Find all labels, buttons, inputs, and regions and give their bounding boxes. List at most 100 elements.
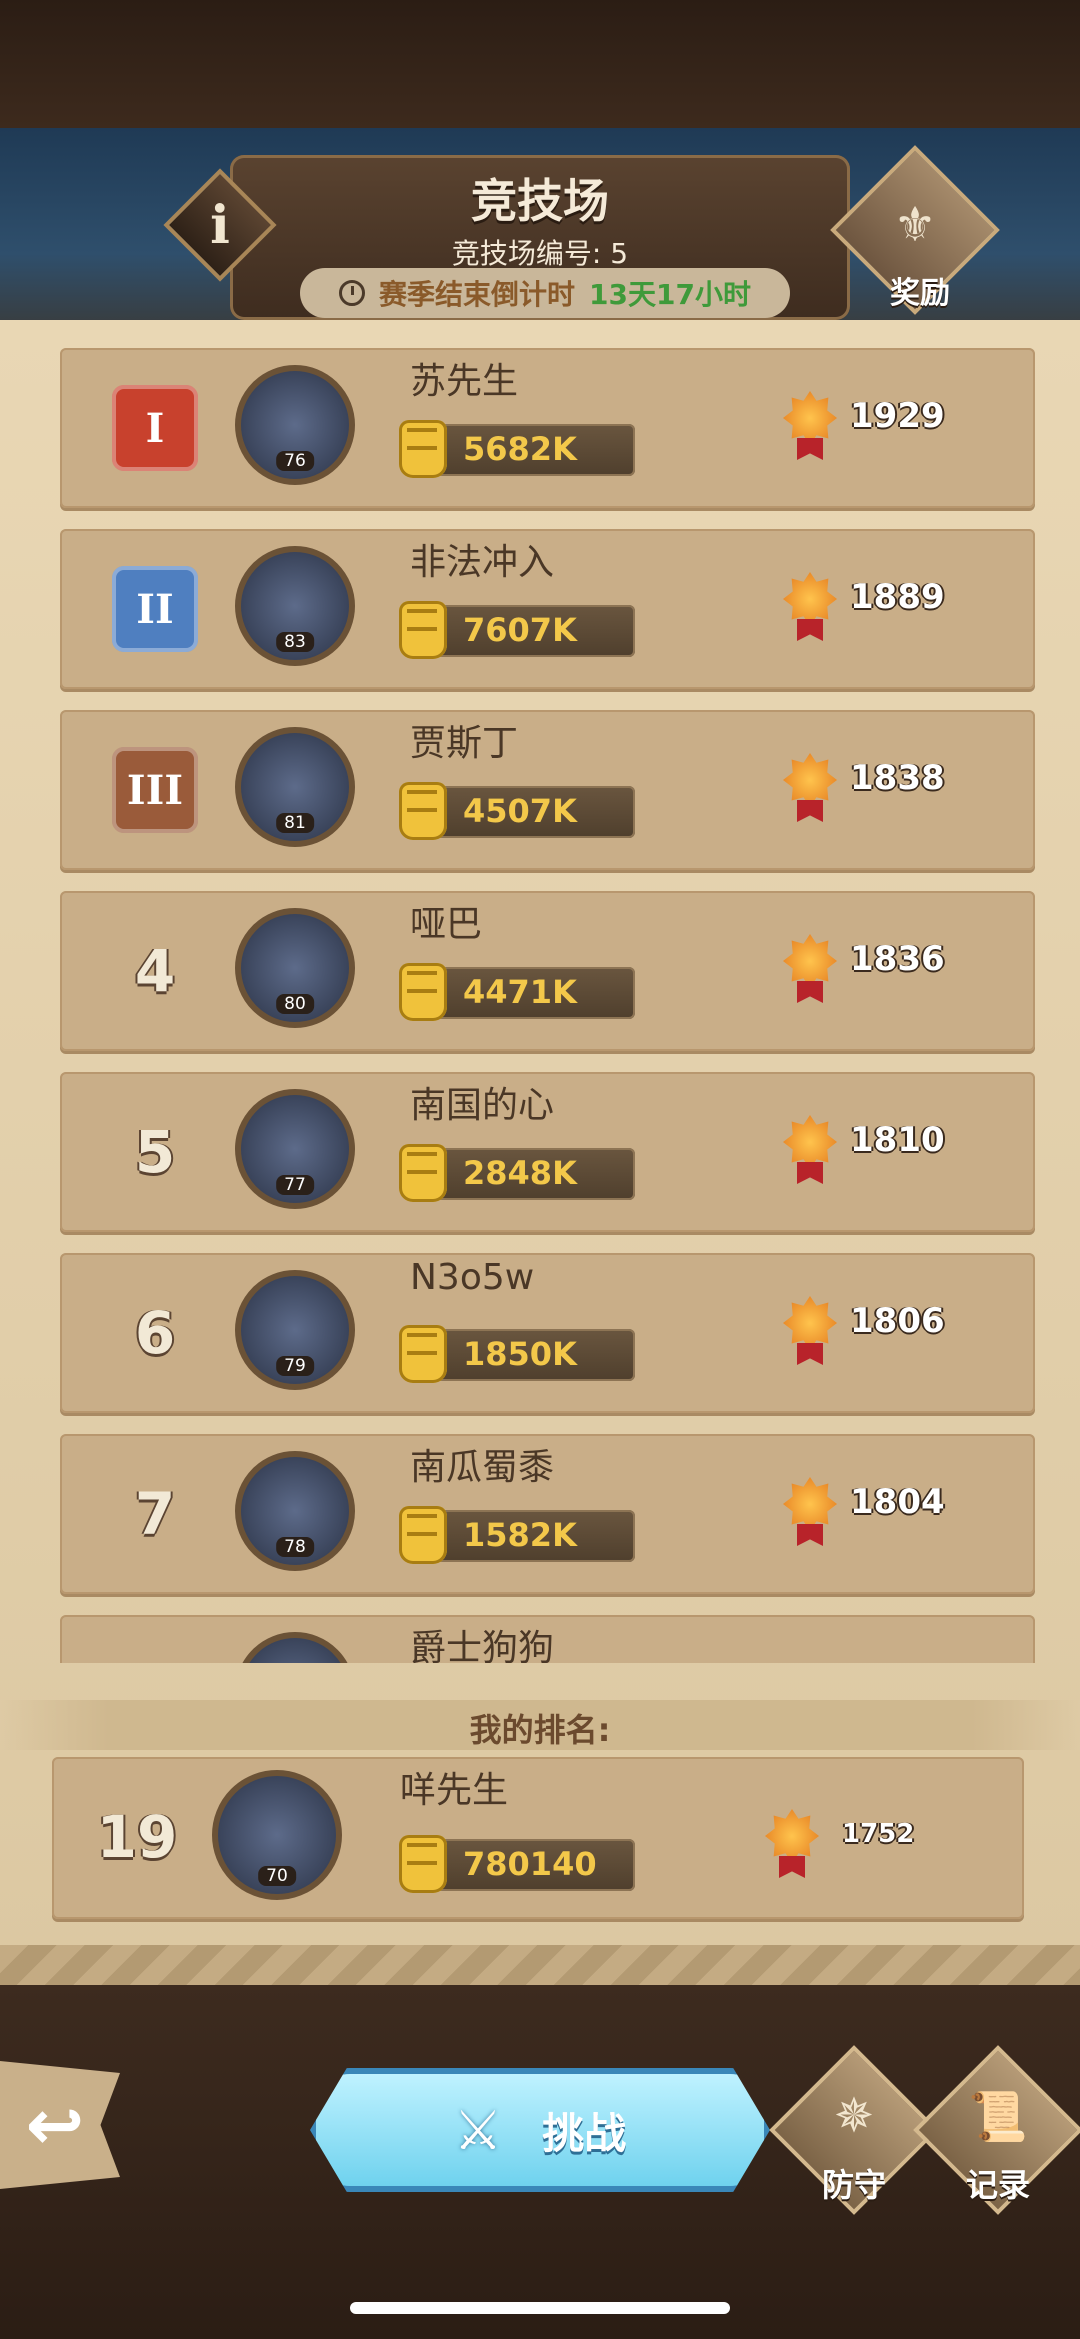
fist-icon — [399, 1325, 447, 1383]
table-row[interactable]: II 83 非法冲入 7607K 1889 — [60, 529, 1035, 689]
home-indicator[interactable] — [350, 2302, 730, 2314]
my-rank-badge: 19 — [92, 1792, 182, 1882]
reward-label[interactable]: 奖励 — [860, 268, 980, 312]
rank-badge: 4 — [110, 926, 200, 1016]
player-name: 苏先生 — [410, 361, 519, 402]
challenge-label: 挑战 — [542, 2108, 627, 2158]
power-box: 4507K — [399, 782, 635, 840]
season-value: 13天17小时 — [589, 278, 751, 311]
rank-crest: III — [110, 745, 200, 835]
table-row[interactable]: III 81 贾斯丁 4507K 1838 — [60, 710, 1035, 870]
medal-icon — [783, 1477, 837, 1531]
avatar[interactable]: 70 — [212, 1770, 342, 1900]
table-row[interactable]: 5 77 南国的心 2848K 1810 — [60, 1072, 1035, 1232]
power-value: 4471K — [463, 973, 577, 1011]
reward-icon[interactable]: ⚜ — [880, 190, 950, 260]
rank-crest-icon: II — [112, 566, 198, 652]
rank-crest-icon: III — [112, 747, 198, 833]
season-label: 赛季结束倒计时 — [379, 278, 576, 311]
avatar[interactable] — [235, 1632, 355, 1663]
scroll-icon[interactable]: 📜 — [938, 2088, 1058, 2145]
score: 1838 — [850, 758, 945, 798]
medal-icon — [783, 572, 837, 626]
rank-badge: 5 — [110, 1107, 200, 1197]
rank-badge: 6 — [110, 1288, 200, 1378]
power-box: 7607K — [399, 601, 635, 659]
avatar[interactable]: 77 — [235, 1089, 355, 1209]
player-name: 南瓜蜀黍 — [410, 1447, 555, 1488]
medal-icon — [783, 753, 837, 807]
medal-icon — [783, 934, 837, 988]
avatar-level: 83 — [276, 632, 314, 652]
medal-icon — [765, 1809, 819, 1863]
rank-number: 5 — [134, 1118, 176, 1186]
score: 1836 — [850, 939, 945, 979]
avatar-level: 76 — [276, 451, 314, 471]
fist-icon — [399, 963, 447, 1021]
power-box: 2848K — [399, 1144, 635, 1202]
power-box: 1850K — [399, 1325, 635, 1383]
score: 1889 — [850, 577, 945, 617]
fist-icon — [399, 1835, 447, 1893]
medal-ribbon — [797, 981, 823, 1003]
power-value: 1850K — [463, 1335, 577, 1373]
power-box: 1582K — [399, 1506, 635, 1564]
avatar-level: 70 — [258, 1866, 296, 1886]
avatar[interactable]: 78 — [235, 1451, 355, 1571]
power-value: 2848K — [463, 1154, 577, 1192]
avatar-level: 80 — [276, 994, 314, 1014]
shield-icon[interactable]: ✵ — [794, 2088, 914, 2144]
table-row[interactable]: I 76 苏先生 5682K 1929 — [60, 348, 1035, 508]
back-icon[interactable]: ↩ — [26, 2084, 85, 2166]
avatar[interactable]: 76 — [235, 365, 355, 485]
avatar-level: 77 — [276, 1175, 314, 1195]
rank-number: 6 — [134, 1299, 176, 1367]
table-row[interactable]: 7 78 南瓜蜀黍 1582K 1804 — [60, 1434, 1035, 1594]
fist-icon — [399, 782, 447, 840]
rank-number: 7 — [134, 1480, 176, 1548]
avatar[interactable]: 83 — [235, 546, 355, 666]
medal-icon — [783, 1296, 837, 1350]
player-name: 非法冲入 — [410, 542, 555, 583]
player-name: 爵士狗狗 — [410, 1628, 555, 1663]
info-icon[interactable]: i — [180, 185, 260, 265]
power-value: 5682K — [463, 430, 577, 468]
medal-ribbon — [797, 800, 823, 822]
power-value: 7607K — [463, 611, 577, 649]
leaderboard-list[interactable]: I 76 苏先生 5682K 1929 II 83 非法冲入 7607K 1889… — [60, 348, 1035, 1663]
avatar[interactable]: 79 — [235, 1270, 355, 1390]
table-row[interactable]: 4 80 哑巴 4471K 1836 — [60, 891, 1035, 1051]
medal-icon — [783, 1115, 837, 1169]
table-row[interactable]: 6 79 N3o5w 1850K 1806 — [60, 1253, 1035, 1413]
rank-number: 4 — [134, 937, 176, 1005]
record-label[interactable]: 记录 — [938, 2160, 1058, 2206]
player-name: 哑巴 — [410, 904, 483, 945]
fist-icon — [399, 1144, 447, 1202]
score: 1804 — [850, 1482, 945, 1522]
avatar-level: 81 — [276, 813, 314, 833]
medal-ribbon — [797, 1343, 823, 1365]
power-box: 4471K — [399, 963, 635, 1021]
defense-label[interactable]: 防守 — [794, 2160, 914, 2206]
rank-badge: 7 — [110, 1469, 200, 1559]
avatar[interactable]: 81 — [235, 727, 355, 847]
medal-ribbon — [779, 1856, 805, 1878]
challenge-button[interactable]: ⚔ 挑战 — [310, 2068, 770, 2192]
fist-icon — [399, 420, 447, 478]
my-rank-label: 我的排名: — [469, 1711, 611, 1749]
score: 1806 — [850, 1301, 945, 1341]
player-name: 咩先生 — [400, 1770, 509, 1811]
power-box: 780140 — [399, 1835, 635, 1893]
table-row[interactable]: 爵士狗狗 — [60, 1615, 1035, 1663]
fist-icon — [399, 1506, 447, 1564]
rank-crest: II — [110, 564, 200, 654]
power-box: 5682K — [399, 420, 635, 478]
power-value: 4507K — [463, 792, 577, 830]
fist-icon — [399, 601, 447, 659]
medal-ribbon — [797, 1524, 823, 1546]
my-rank-row[interactable]: 19 70 咩先生 780140 1752 — [52, 1757, 1024, 1919]
avatar[interactable]: 80 — [235, 908, 355, 1028]
medal-ribbon — [797, 438, 823, 460]
status-bar — [0, 0, 1080, 128]
my-rank-number: 19 — [96, 1803, 178, 1871]
